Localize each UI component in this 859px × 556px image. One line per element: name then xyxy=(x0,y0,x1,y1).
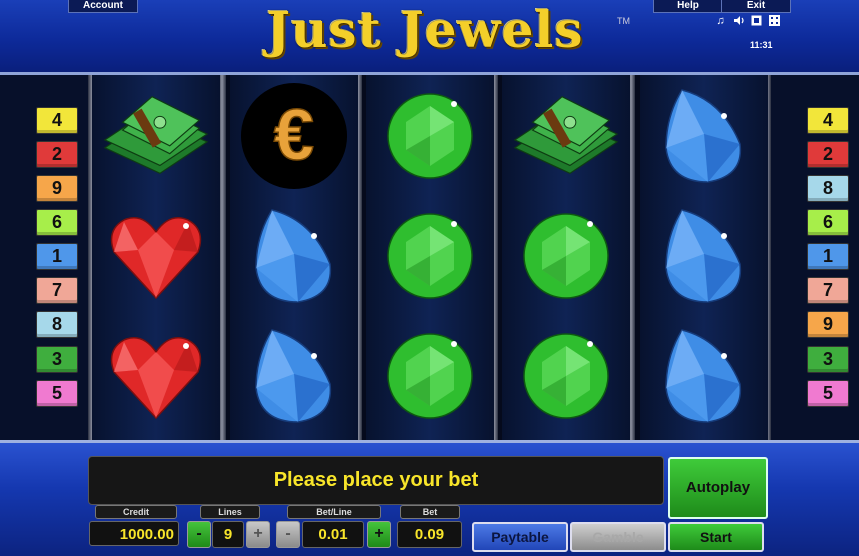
right-line-badge[interactable]: 1 xyxy=(807,243,849,270)
music-note-icon[interactable]: ♫ xyxy=(714,14,727,27)
emerald-symbol xyxy=(375,201,485,311)
left-line-badge[interactable]: 5 xyxy=(36,380,78,407)
reel-1 xyxy=(92,75,220,440)
left-line-badge[interactable]: 2 xyxy=(36,141,78,168)
right-lines-column: 4 2 8 6 1 7 9 3 5 xyxy=(771,75,859,440)
message-display: Please place your bet xyxy=(88,456,664,505)
right-line-badge[interactable]: 2 xyxy=(807,141,849,168)
left-line-badge[interactable]: 9 xyxy=(36,175,78,202)
svg-text:€: € xyxy=(274,95,314,176)
lines-minus-button[interactable]: - xyxy=(187,521,211,548)
money-symbol xyxy=(101,81,211,191)
game-logo: Just Jewels xyxy=(266,0,584,59)
credit-value: 1000.00 xyxy=(89,521,179,546)
exit-button[interactable]: Exit xyxy=(721,0,791,13)
left-line-badge[interactable]: 8 xyxy=(36,311,78,338)
lines-label: Lines xyxy=(200,505,260,519)
sapphire-symbol xyxy=(239,201,349,311)
emerald-symbol xyxy=(511,321,621,431)
right-line-badge[interactable]: 4 xyxy=(807,107,849,134)
speaker-icon[interactable] xyxy=(732,14,745,27)
emerald-symbol xyxy=(375,321,485,431)
euro-symbol: € xyxy=(239,81,349,191)
left-line-badge[interactable]: 4 xyxy=(36,107,78,134)
right-line-badge[interactable]: 7 xyxy=(807,277,849,304)
heart-symbol xyxy=(101,201,211,311)
sapphire-symbol xyxy=(649,201,759,311)
gamble-button[interactable]: Gamble xyxy=(570,522,666,552)
betline-minus-button[interactable]: - xyxy=(276,521,300,548)
lines-value: 9 xyxy=(212,521,244,548)
fullscreen-icon[interactable] xyxy=(750,14,763,27)
betline-label: Bet/Line xyxy=(287,505,381,519)
lines-plus-button[interactable]: + xyxy=(246,521,270,548)
bet-label: Bet xyxy=(400,505,460,519)
betline-value: 0.01 xyxy=(302,521,364,548)
right-line-badge[interactable]: 3 xyxy=(807,346,849,373)
start-button[interactable]: Start xyxy=(668,522,764,552)
right-line-badge[interactable]: 5 xyxy=(807,380,849,407)
heart-symbol xyxy=(101,321,211,431)
reel-4 xyxy=(502,75,630,440)
game-header: Account Help Exit Just Jewels TM ♫ 11:31 xyxy=(0,0,859,75)
sapphire-symbol xyxy=(649,321,759,431)
betline-plus-button[interactable]: + xyxy=(367,521,391,548)
emerald-symbol xyxy=(511,201,621,311)
left-line-badge[interactable]: 1 xyxy=(36,243,78,270)
settings-grid-icon[interactable] xyxy=(768,14,781,27)
left-line-badge[interactable]: 7 xyxy=(36,277,78,304)
paytable-button[interactable]: Paytable xyxy=(472,522,568,552)
left-line-badge[interactable]: 6 xyxy=(36,209,78,236)
right-line-badge[interactable]: 6 xyxy=(807,209,849,236)
reel-5 xyxy=(640,75,768,440)
left-line-badge[interactable]: 3 xyxy=(36,346,78,373)
bet-value: 0.09 xyxy=(397,521,462,548)
control-panel: Please place your bet Autoplay Credit 10… xyxy=(0,440,859,556)
credit-label: Credit xyxy=(95,505,177,519)
account-button[interactable]: Account xyxy=(68,0,138,13)
reel-2: € xyxy=(230,75,358,440)
reel-area: 4 2 9 6 1 7 8 3 5 4 2 8 6 1 7 9 3 5 € xyxy=(0,75,859,440)
help-button[interactable]: Help xyxy=(653,0,723,13)
right-line-badge[interactable]: 8 xyxy=(807,175,849,202)
header-icon-bar: ♫ xyxy=(714,14,781,27)
money-symbol xyxy=(511,81,621,191)
reel-3 xyxy=(366,75,494,440)
left-lines-column: 4 2 9 6 1 7 8 3 5 xyxy=(0,75,88,440)
clock: 11:31 xyxy=(750,40,773,50)
trademark-mark: TM xyxy=(617,16,630,26)
sapphire-symbol xyxy=(239,321,349,431)
sapphire-symbol xyxy=(649,81,759,191)
right-line-badge[interactable]: 9 xyxy=(807,311,849,338)
autoplay-button[interactable]: Autoplay xyxy=(668,457,768,519)
emerald-symbol xyxy=(375,81,485,191)
